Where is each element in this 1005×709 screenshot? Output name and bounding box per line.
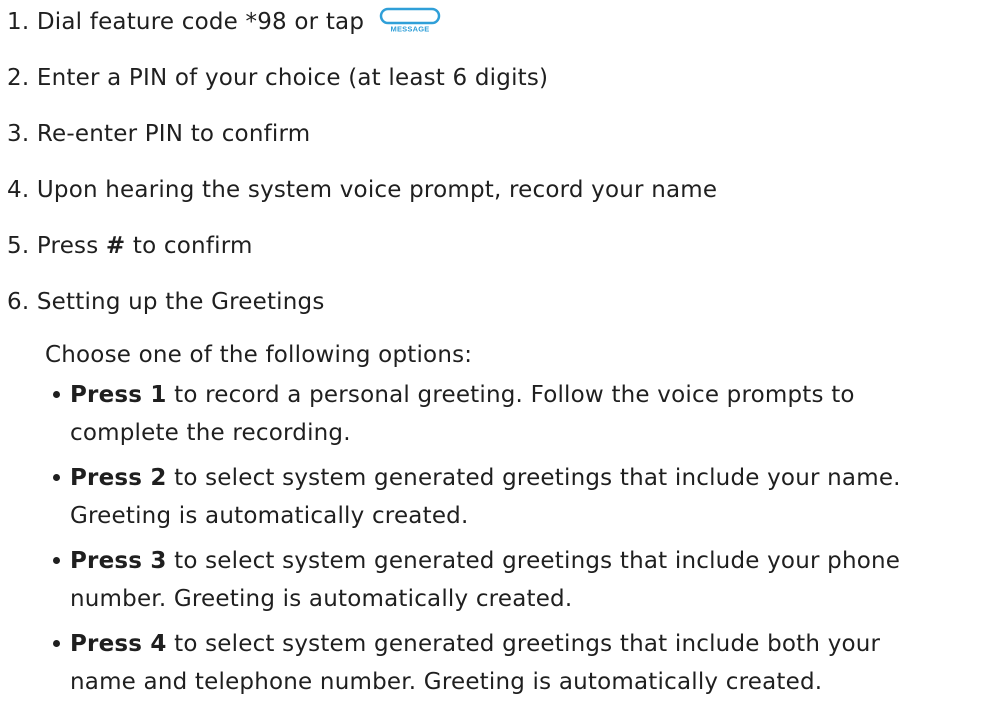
step-number: 6. — [7, 289, 30, 315]
option-key: Press 2 — [70, 465, 167, 491]
option-text-cont: name and telephone number. Greeting is a… — [70, 669, 823, 695]
greeting-option-3: Press 3 to select system generated greet… — [53, 542, 1000, 618]
step-text: Re-enter PIN to confirm — [36, 121, 311, 147]
step-4: 4. Upon hearing the system voice prompt,… — [7, 175, 717, 205]
step-text: Upon hearing the system voice prompt, re… — [36, 177, 718, 203]
bullet — [53, 391, 60, 398]
option-text-cont: Greeting is automatically created. — [70, 503, 469, 529]
step-text-suffix: to confirm — [125, 233, 253, 259]
greeting-option-2: Press 2 to select system generated greet… — [53, 459, 1000, 535]
option-text-cont: complete the recording. — [70, 420, 351, 446]
step-text: Setting up the Greetings — [36, 289, 325, 315]
greeting-option-1: Press 1 to record a personal greeting. F… — [53, 376, 1000, 452]
message-key-label: MESSAGE — [390, 24, 429, 33]
step-text: Enter a PIN of your choice (at least 6 d… — [36, 65, 549, 91]
option-text-cont: number. Greeting is automatically create… — [70, 586, 573, 612]
option-key: Press 3 — [70, 548, 167, 574]
hash-key: # — [105, 233, 126, 259]
bullet — [53, 640, 60, 647]
step-number: 5. — [7, 233, 30, 259]
option-text: to record a personal greeting. Follow th… — [166, 382, 855, 408]
bullet — [53, 557, 60, 564]
step-1: 1. Dial feature code *98 or tap MESSAGE — [7, 7, 442, 37]
message-key-icon: MESSAGE — [378, 7, 442, 33]
option-text: to select system generated greetings tha… — [166, 465, 901, 491]
option-text: to select system generated greetings tha… — [166, 548, 901, 574]
step-number: 4. — [7, 177, 30, 203]
step-number: 1. — [7, 9, 30, 35]
step-6: 6. Setting up the Greetings — [7, 287, 325, 317]
option-key: Press 1 — [70, 382, 167, 408]
greetings-intro: Choose one of the following options: — [45, 342, 473, 368]
step-5: 5. Press # to confirm — [7, 231, 253, 261]
greeting-option-4: Press 4 to select system generated greet… — [53, 625, 1000, 701]
voicemail-setup-instructions: 1. Dial feature code *98 or tap MESSAGE … — [0, 0, 1005, 709]
step-3: 3. Re-enter PIN to confirm — [7, 119, 310, 149]
step-text: Dial feature code *98 or tap — [36, 9, 365, 35]
step-2: 2. Enter a PIN of your choice (at least … — [7, 63, 548, 93]
option-text: to select system generated greetings tha… — [166, 631, 881, 657]
step-number: 3. — [7, 121, 30, 147]
step-number: 2. — [7, 65, 30, 91]
option-key: Press 4 — [70, 631, 167, 657]
step-text-prefix: Press — [36, 233, 106, 259]
bullet — [53, 474, 60, 481]
